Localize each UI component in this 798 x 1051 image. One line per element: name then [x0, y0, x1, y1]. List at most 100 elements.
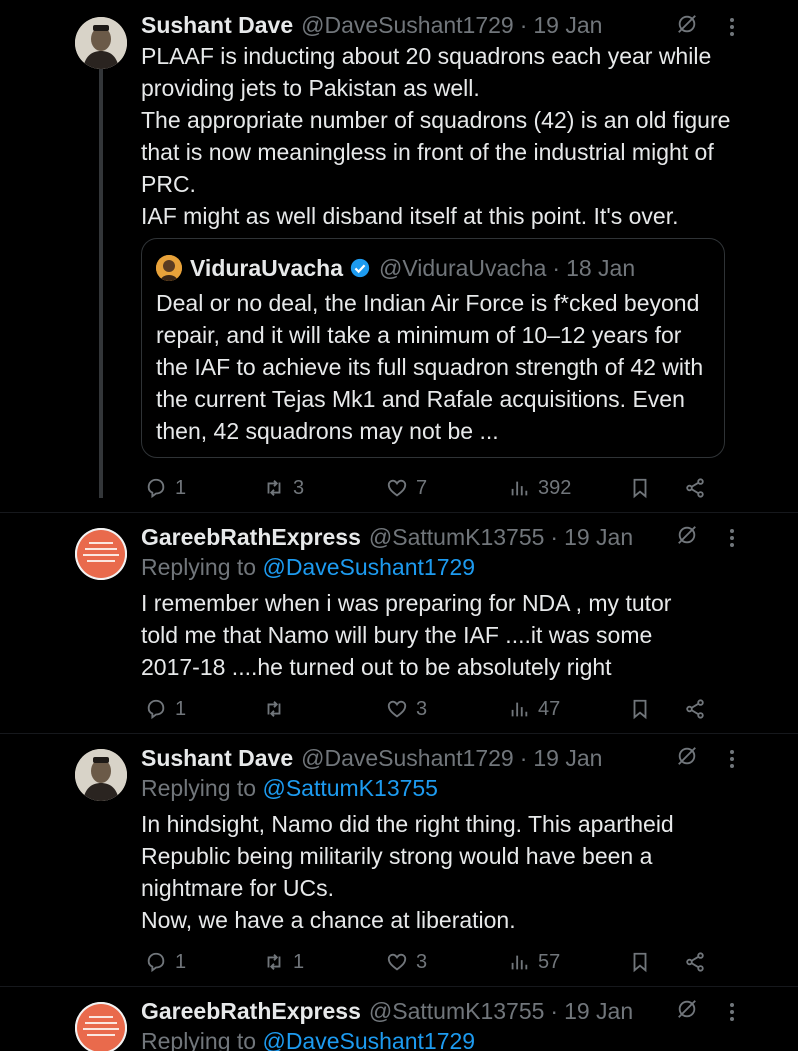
views-icon	[511, 481, 528, 496]
tweet-header: GareebRathExpress @SattumK13755 · 19 Jan	[141, 996, 633, 1026]
views-icon	[511, 702, 528, 717]
replying-to-prefix: Replying to	[141, 775, 263, 801]
like-button[interactable]: 3	[386, 947, 427, 977]
action-bar: 1 3 7 392	[141, 473, 721, 503]
tweet-paragraph: PLAAF is inducting about 20 squadrons ea…	[141, 43, 712, 101]
like-count: 7	[416, 476, 428, 499]
display-name[interactable]: GareebRathExpress	[141, 996, 361, 1026]
user-handle[interactable]: @SattumK13755	[369, 522, 545, 552]
more-options-icon[interactable]	[722, 748, 742, 770]
user-handle[interactable]: @SattumK13755	[369, 996, 545, 1026]
quoted-avatar	[156, 255, 182, 281]
quoted-tweet-text: Deal or no deal, the Indian Air Force is…	[156, 290, 704, 444]
more-options-icon[interactable]	[722, 16, 742, 38]
heart-icon	[387, 953, 407, 971]
repost-count: 3	[293, 476, 305, 499]
tweet-text: In hindsight, Namo did the right thing. …	[141, 808, 721, 936]
like-button[interactable]: 3	[386, 694, 427, 724]
more-options-icon[interactable]	[722, 527, 742, 549]
share-button[interactable]	[684, 694, 714, 724]
tweet-text: PLAAF is inducting about 20 squadrons ea…	[141, 40, 741, 232]
tweet-paragraph: IAF might as well disband itself at this…	[141, 203, 679, 229]
separator-dot: ·	[552, 254, 561, 281]
separator-dot: ·	[519, 745, 528, 771]
grok-icon[interactable]	[676, 13, 698, 35]
replying-to-prefix: Replying to	[141, 1028, 263, 1051]
reply-icon	[147, 952, 165, 973]
tweet-paragraph: The appropriate number of squadrons (42)…	[141, 107, 731, 197]
share-button[interactable]	[684, 947, 714, 977]
user-handle[interactable]: @DaveSushant1729	[301, 743, 514, 773]
tweet[interactable]: GareebRathExpress @SattumK13755 · 19 Jan…	[0, 986, 798, 1051]
heart-icon	[387, 479, 407, 497]
tweet-header: Sushant Dave @DaveSushant1729 · 19 Jan	[141, 10, 602, 40]
replying-to-link[interactable]: @DaveSushant1729	[262, 1028, 475, 1051]
repost-icon	[267, 480, 281, 496]
display-name[interactable]: GareebRathExpress	[141, 522, 361, 552]
replying-to-link[interactable]: @SattumK13755	[262, 775, 438, 801]
tweet-date[interactable]: 19 Jan	[533, 743, 602, 773]
more-options-icon[interactable]	[722, 1001, 742, 1023]
quoted-tweet[interactable]: ViduraUvacha @ViduraUvacha · 18 Jan Deal…	[141, 238, 725, 458]
tweet-date[interactable]: 19 Jan	[564, 522, 633, 552]
views-button[interactable]: 392	[508, 473, 571, 503]
display-name[interactable]: Sushant Dave	[141, 10, 293, 40]
replying-to-prefix: Replying to	[141, 554, 263, 580]
avatar[interactable]	[75, 1002, 127, 1051]
user-handle[interactable]: @DaveSushant1729	[301, 10, 514, 40]
tweet[interactable]: Sushant Dave @DaveSushant1729 · 19 Jan R…	[0, 733, 798, 987]
view-count: 392	[538, 476, 572, 499]
repost-button[interactable]	[263, 694, 293, 724]
bookmark-button[interactable]	[629, 694, 659, 724]
tweet[interactable]: Sushant Dave @DaveSushant1729 · 19 Jan P…	[0, 0, 798, 515]
quoted-tweet-header: ViduraUvacha @ViduraUvacha · 18 Jan	[156, 253, 635, 283]
grok-icon[interactable]	[676, 998, 698, 1020]
avatar[interactable]	[75, 528, 127, 580]
replying-to-link[interactable]: @DaveSushant1729	[262, 554, 475, 580]
views-button[interactable]: 47	[508, 694, 560, 724]
separator-dot: ·	[550, 998, 559, 1024]
display-name[interactable]: Sushant Dave	[141, 743, 293, 773]
repost-icon	[267, 701, 281, 717]
quoted-date: 18 Jan	[566, 254, 636, 281]
view-count: 47	[538, 697, 561, 720]
reply-icon	[147, 699, 165, 720]
views-button[interactable]: 57	[508, 947, 560, 977]
verified-badge-icon	[350, 258, 370, 278]
tweet[interactable]: GareebRathExpress @SattumK13755 · 19 Jan…	[0, 512, 798, 734]
avatar[interactable]	[75, 749, 127, 801]
reply-button[interactable]: 1	[145, 947, 186, 977]
grok-icon[interactable]	[676, 524, 698, 546]
tweet-header: Sushant Dave @DaveSushant1729 · 19 Jan	[141, 743, 602, 773]
tweet-date[interactable]: 19 Jan	[533, 10, 602, 40]
bookmark-button[interactable]	[629, 473, 659, 503]
reply-icon	[147, 478, 165, 499]
share-icon	[686, 699, 704, 719]
repost-button[interactable]: 3	[263, 473, 304, 503]
like-count: 3	[416, 697, 428, 720]
like-count: 3	[416, 950, 428, 973]
replying-to: Replying to @DaveSushant1729	[141, 552, 475, 582]
like-button[interactable]: 7	[386, 473, 427, 503]
reply-button[interactable]: 1	[145, 694, 186, 724]
tweet-header: GareebRathExpress @SattumK13755 · 19 Jan	[141, 522, 633, 552]
tweet-text: I remember when i was preparing for NDA …	[141, 590, 672, 680]
bookmark-button[interactable]	[629, 947, 659, 977]
action-bar: 1 1 3 57	[141, 947, 721, 977]
reply-count: 1	[175, 950, 187, 973]
quoted-display-name: ViduraUvacha	[190, 254, 343, 281]
replying-to: Replying to @SattumK13755	[141, 773, 438, 803]
share-button[interactable]	[684, 473, 714, 503]
avatar[interactable]	[75, 17, 127, 69]
tweet-date[interactable]: 19 Jan	[564, 996, 633, 1026]
view-count: 57	[538, 950, 561, 973]
grok-icon[interactable]	[676, 745, 698, 767]
repost-count: 1	[293, 950, 305, 973]
bookmark-icon	[633, 699, 647, 720]
reply-count: 1	[175, 476, 187, 499]
repost-button[interactable]: 1	[263, 947, 304, 977]
separator-dot: ·	[550, 524, 559, 550]
reply-button[interactable]: 1	[145, 473, 186, 503]
separator-dot: ·	[519, 12, 528, 38]
quoted-user-handle: @ViduraUvacha	[378, 254, 547, 281]
